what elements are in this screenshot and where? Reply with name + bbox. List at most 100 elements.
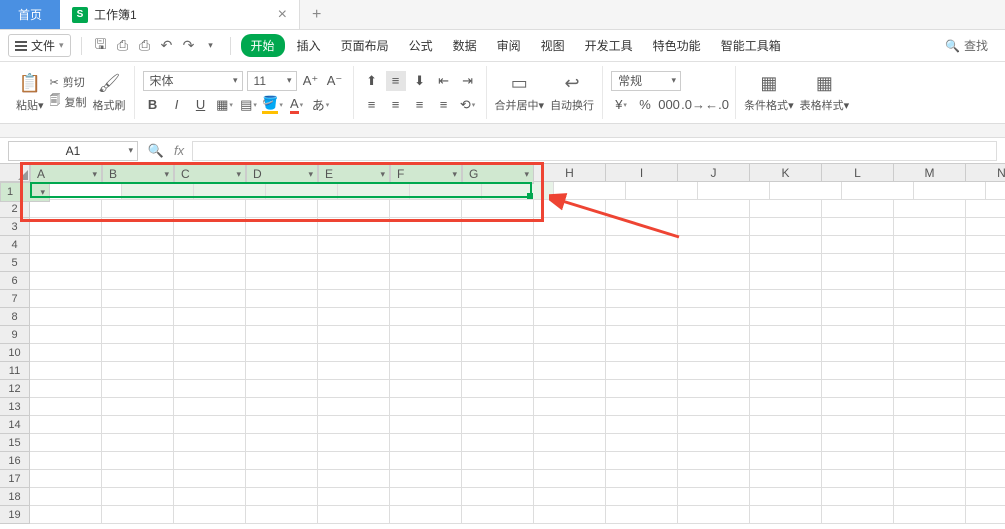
cell[interactable] xyxy=(678,308,750,326)
cell[interactable] xyxy=(822,506,894,524)
cell[interactable] xyxy=(318,254,390,272)
paste-button[interactable]: 📋 粘贴▾ xyxy=(16,73,44,113)
cell[interactable] xyxy=(174,488,246,506)
cell[interactable] xyxy=(318,236,390,254)
cell[interactable] xyxy=(966,380,1005,398)
cell[interactable] xyxy=(30,344,102,362)
cell[interactable] xyxy=(318,326,390,344)
cell[interactable] xyxy=(174,434,246,452)
cell[interactable] xyxy=(606,344,678,362)
cell[interactable] xyxy=(822,200,894,218)
column-header-D[interactable]: D xyxy=(246,164,318,184)
menu-start[interactable]: 开始 xyxy=(241,34,285,57)
decrease-decimal-button[interactable]: ←.0 xyxy=(707,95,727,115)
cell[interactable] xyxy=(246,488,318,506)
cell[interactable] xyxy=(750,380,822,398)
column-header-F[interactable]: F xyxy=(390,164,462,184)
row-header[interactable]: 19 xyxy=(0,506,30,524)
cell[interactable] xyxy=(678,326,750,344)
cell[interactable] xyxy=(750,470,822,488)
cell[interactable] xyxy=(102,416,174,434)
cell[interactable] xyxy=(246,416,318,434)
cell[interactable] xyxy=(246,308,318,326)
cell[interactable] xyxy=(606,218,678,236)
column-header-B[interactable]: B xyxy=(102,164,174,184)
cell[interactable] xyxy=(678,290,750,308)
column-header-H[interactable]: H xyxy=(534,164,606,182)
row-header[interactable]: 10 xyxy=(0,344,30,362)
row-header[interactable]: 13 xyxy=(0,398,30,416)
cell[interactable] xyxy=(318,470,390,488)
cell[interactable] xyxy=(966,488,1005,506)
cell[interactable] xyxy=(822,218,894,236)
new-tab-button[interactable]: + xyxy=(300,0,333,29)
cell[interactable] xyxy=(102,344,174,362)
cell[interactable] xyxy=(246,434,318,452)
cell[interactable] xyxy=(102,398,174,416)
cell[interactable] xyxy=(390,272,462,290)
cell[interactable] xyxy=(318,272,390,290)
currency-button[interactable]: ¥ xyxy=(611,95,631,115)
cell[interactable] xyxy=(390,254,462,272)
cell[interactable] xyxy=(102,308,174,326)
cell[interactable] xyxy=(30,398,102,416)
cell[interactable] xyxy=(30,308,102,326)
cell[interactable] xyxy=(318,416,390,434)
cell[interactable] xyxy=(102,200,174,218)
cell[interactable] xyxy=(462,290,534,308)
search-button[interactable]: 🔍 查找 xyxy=(936,34,997,57)
cell[interactable] xyxy=(30,200,102,218)
cell[interactable] xyxy=(318,380,390,398)
cell[interactable] xyxy=(390,326,462,344)
font-size-select[interactable]: 11 xyxy=(247,71,297,91)
row-header[interactable]: 4 xyxy=(0,236,30,254)
cell[interactable] xyxy=(966,272,1005,290)
cell[interactable] xyxy=(462,200,534,218)
cell[interactable] xyxy=(390,362,462,380)
cell[interactable] xyxy=(194,182,266,200)
cell[interactable] xyxy=(174,326,246,344)
cell[interactable] xyxy=(606,308,678,326)
menu-layout[interactable]: 页面布局 xyxy=(333,33,397,58)
merge-center-button[interactable]: ▭ 合并居中▾ xyxy=(495,73,545,113)
cell[interactable] xyxy=(534,344,606,362)
print-preview-icon[interactable]: ⎙ xyxy=(136,37,154,55)
cell[interactable] xyxy=(822,272,894,290)
row-header[interactable]: 1 xyxy=(0,182,50,202)
cell[interactable] xyxy=(966,236,1005,254)
cell[interactable] xyxy=(390,452,462,470)
cell[interactable] xyxy=(966,200,1005,218)
menu-data[interactable]: 数据 xyxy=(445,33,485,58)
cell[interactable] xyxy=(750,272,822,290)
increase-font-icon[interactable]: A⁺ xyxy=(301,71,321,91)
cell[interactable] xyxy=(390,290,462,308)
column-header-A[interactable]: A xyxy=(30,164,102,184)
cell[interactable] xyxy=(534,488,606,506)
column-header-E[interactable]: E xyxy=(318,164,390,184)
cell[interactable] xyxy=(246,236,318,254)
cell[interactable] xyxy=(678,488,750,506)
formula-input[interactable] xyxy=(192,141,997,161)
cell[interactable] xyxy=(626,182,698,200)
cell[interactable] xyxy=(390,434,462,452)
cell[interactable] xyxy=(894,272,966,290)
cell[interactable] xyxy=(822,254,894,272)
cell[interactable] xyxy=(678,254,750,272)
menu-special[interactable]: 特色功能 xyxy=(645,33,709,58)
cell[interactable] xyxy=(318,434,390,452)
cell[interactable] xyxy=(174,416,246,434)
cell[interactable] xyxy=(462,362,534,380)
font-name-select[interactable]: 宋体 xyxy=(143,71,243,91)
cell[interactable] xyxy=(30,272,102,290)
fx-icon[interactable]: fx xyxy=(174,143,184,158)
cell[interactable] xyxy=(462,344,534,362)
cell[interactable] xyxy=(174,344,246,362)
align-bottom-button[interactable]: ⬇ xyxy=(410,71,430,91)
row-header[interactable]: 7 xyxy=(0,290,30,308)
cell[interactable] xyxy=(174,218,246,236)
row-header[interactable]: 18 xyxy=(0,488,30,506)
cell[interactable] xyxy=(246,506,318,524)
cell[interactable] xyxy=(30,380,102,398)
cell[interactable] xyxy=(534,272,606,290)
menu-view[interactable]: 视图 xyxy=(533,33,573,58)
